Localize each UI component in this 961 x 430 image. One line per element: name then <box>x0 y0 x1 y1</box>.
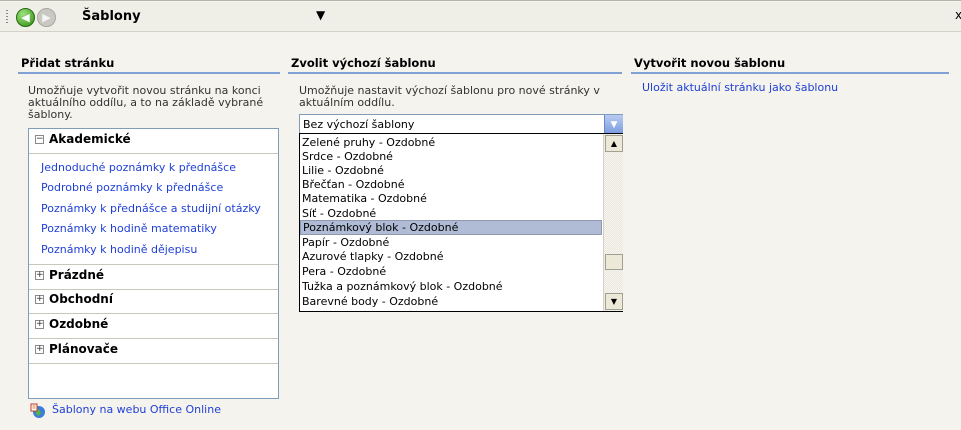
template-link-simple-lecture[interactable]: Jednoduché poznámky k přednášce <box>41 161 236 174</box>
forward-button[interactable]: ▶ <box>37 8 56 27</box>
dropdown-option[interactable]: Matematika - Ozdobné <box>300 191 604 206</box>
dropdown-option[interactable]: Srdce - Ozdobné <box>300 149 604 164</box>
default-template-header-rule <box>288 72 622 74</box>
template-link-history-class[interactable]: Poznámky k hodině dějepisu <box>41 243 197 256</box>
dropdown-option[interactable]: Papír - Ozdobné <box>300 235 604 250</box>
expand-icon[interactable]: + <box>35 345 44 354</box>
scrollbar-thumb[interactable] <box>605 254 623 270</box>
dropdown-option-highlighted[interactable]: Poznámkový blok - Ozdobné <box>300 220 602 235</box>
template-link-math-class[interactable]: Poznámky k hodině matematiky <box>41 222 217 235</box>
office-online-icon <box>30 403 45 418</box>
arrow-down-icon: ▼ <box>610 297 618 306</box>
forward-arrow-icon: ▶ <box>42 11 51 24</box>
category-label: Ozdobné <box>49 317 109 331</box>
template-link-detailed-lecture[interactable]: Podrobné poznámky k přednášce <box>41 181 223 194</box>
default-template-header: Zvolit výchozí šablonu <box>291 56 436 70</box>
save-as-template-link[interactable]: Uložit aktuální stránku jako šablonu <box>642 81 838 94</box>
close-pane-button[interactable]: x <box>955 8 961 22</box>
templates-pane: ◀ ▶ Šablony ▼ x Přidat stránku Umožňuje … <box>0 0 961 430</box>
category-label: Prázdné <box>49 268 105 282</box>
expand-icon[interactable]: + <box>35 271 44 280</box>
scroll-down-button[interactable]: ▼ <box>605 293 623 310</box>
dropdown-option[interactable]: Barevné body - Ozdobné <box>300 294 604 309</box>
dropdown-option[interactable]: Azurové tlapky - Ozdobné <box>300 249 604 264</box>
category-prazdne[interactable]: + Prázdné <box>29 264 278 290</box>
scroll-up-button[interactable]: ▲ <box>605 135 623 152</box>
dropdown-option[interactable]: Síť - Ozdobné <box>300 206 604 221</box>
category-ozdobne[interactable]: + Ozdobné <box>29 314 278 339</box>
back-arrow-icon: ◀ <box>21 11 30 24</box>
dropdown-option[interactable]: Tužka a poznámkový blok - Ozdobné <box>300 279 604 294</box>
default-template-description: Umožňuje nastavit výchozí šablonu pro no… <box>299 84 600 109</box>
dropdown-arrow-button[interactable]: ▼ <box>604 115 623 134</box>
chevron-down-icon: ▼ <box>610 119 618 130</box>
template-dropdown-list: Zelené pruhy - Ozdobné Srdce - Ozdobné L… <box>299 133 623 312</box>
dropdown-scrollbar[interactable]: ▲ ▼ <box>603 134 623 311</box>
template-category-list: − Akademické Jednoduché poznámky k předn… <box>28 128 279 399</box>
toolbar-grip-icon[interactable] <box>6 10 8 24</box>
category-obchodni[interactable]: + Obchodní <box>29 289 278 314</box>
new-template-header: Vytvořit novou šablonu <box>634 56 786 70</box>
office-online-templates-link[interactable]: Šablony na webu Office Online <box>52 403 221 416</box>
pane-menu-dropdown-icon[interactable]: ▼ <box>316 8 325 22</box>
add-page-description: Umožňuje vytvořit novou stránku na konci… <box>28 84 264 121</box>
add-page-header-rule <box>18 72 280 74</box>
expand-icon[interactable]: + <box>35 295 44 304</box>
expand-icon[interactable]: + <box>35 320 44 329</box>
category-label: Obchodní <box>49 292 113 306</box>
collapse-icon[interactable]: − <box>35 135 44 144</box>
category-akademicke[interactable]: − Akademické <box>29 129 278 154</box>
pane-title: Šablony <box>82 9 141 24</box>
add-page-header: Přidat stránku <box>21 56 115 70</box>
category-label: Akademické <box>49 132 131 146</box>
default-template-select[interactable]: Bez výchozí šablony ▼ <box>299 114 623 135</box>
back-button[interactable]: ◀ <box>16 8 35 27</box>
arrow-up-icon: ▲ <box>610 139 618 148</box>
dropdown-option[interactable]: Břečťan - Ozdobné <box>300 177 604 192</box>
selected-template-value: Bez výchozí šablony <box>303 118 415 131</box>
category-planovace[interactable]: + Plánovače <box>29 339 278 364</box>
dropdown-option[interactable]: Lilie - Ozdobné <box>300 163 604 178</box>
template-link-lecture-study-questions[interactable]: Poznámky k přednášce a studijní otázky <box>41 202 261 215</box>
dropdown-option[interactable]: Pera - Ozdobné <box>300 264 604 279</box>
dropdown-option[interactable]: Zelené pruhy - Ozdobné <box>300 135 604 150</box>
pane-titlebar: ◀ ▶ Šablony ▼ x <box>0 2 961 32</box>
new-template-header-rule <box>631 72 949 74</box>
category-label: Plánovače <box>49 342 118 356</box>
